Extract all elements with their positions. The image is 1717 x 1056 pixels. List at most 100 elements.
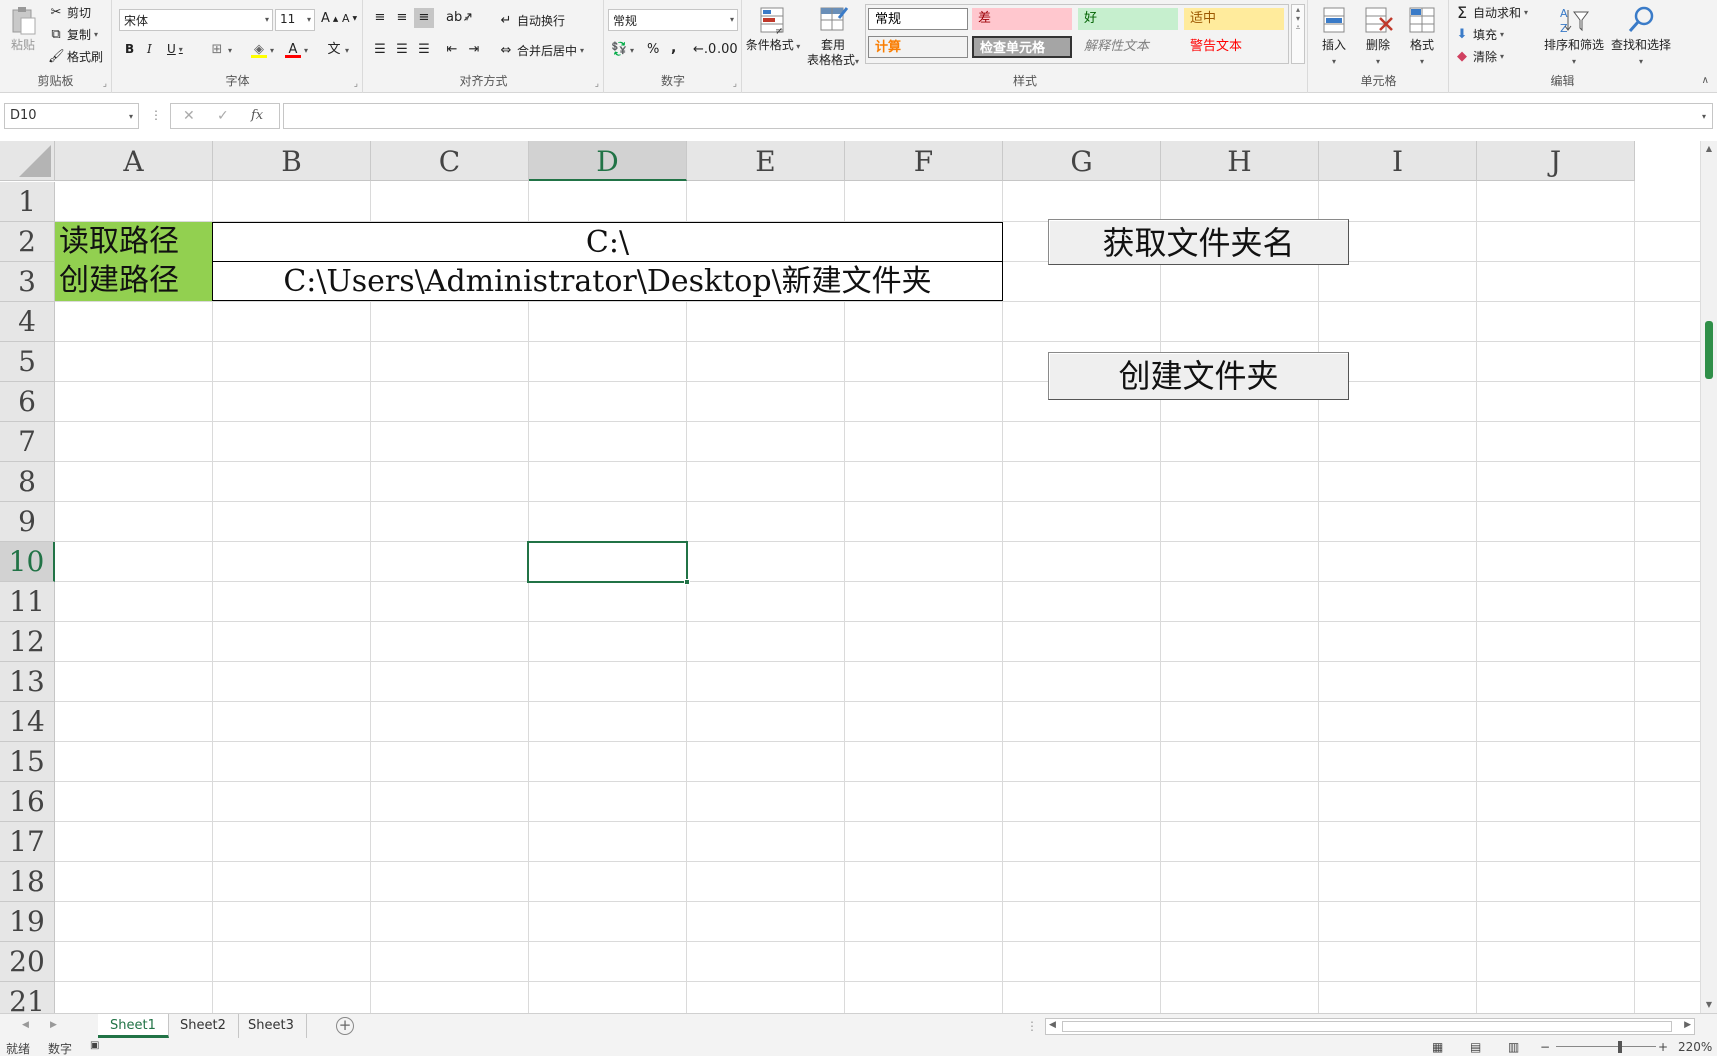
vertical-scrollbar[interactable]: ▲ ▼ — [1700, 141, 1717, 1013]
active-cell-D10[interactable] — [527, 541, 690, 585]
insert-cells-button[interactable]: 插入 ▾ — [1313, 4, 1355, 69]
add-sheet-icon[interactable]: + — [336, 1017, 354, 1035]
align-left-button[interactable]: ☰ — [372, 42, 388, 58]
row-header-13[interactable]: 13 — [0, 662, 55, 702]
row-header-5[interactable]: 5 — [0, 342, 55, 382]
style-gallery-scroll[interactable]: ▴ ▾ ⩡ — [1291, 4, 1305, 64]
column-header-B[interactable]: B — [213, 141, 371, 181]
vertical-scroll-thumb[interactable] — [1705, 321, 1713, 379]
row-header-14[interactable]: 14 — [0, 702, 55, 742]
prev-sheet-icon[interactable]: ◀ — [22, 1020, 29, 1030]
percent-button[interactable]: % — [647, 42, 659, 57]
create-folder-button[interactable]: 创建文件夹 — [1048, 352, 1349, 400]
macro-record-icon[interactable]: ▣ — [90, 1040, 99, 1051]
format-painter-button[interactable]: 🖌 格式刷 — [48, 48, 103, 65]
column-header-A[interactable]: A — [55, 141, 213, 181]
column-header-D[interactable]: D — [529, 141, 687, 181]
find-select-button[interactable]: 查找和选择 ▾ — [1608, 4, 1674, 69]
scroll-left-icon[interactable]: ◀ — [1049, 1020, 1056, 1030]
number-format-combo[interactable]: 常规 ▾ — [608, 9, 738, 31]
style-normal[interactable]: 常规 — [868, 8, 968, 30]
row-header-20[interactable]: 20 — [0, 942, 55, 982]
horizontal-scrollbar[interactable]: ◀ ▶ — [1045, 1018, 1695, 1035]
style-check-cell[interactable]: 检查单元格 — [972, 36, 1072, 58]
style-bad[interactable]: 差 — [972, 8, 1072, 30]
clear-button[interactable]: ◆ 清除 ▾ — [1454, 48, 1504, 65]
page-layout-view-icon[interactable]: ▤ — [1470, 1040, 1481, 1054]
phonetic-button[interactable]: 文 ▾ — [326, 42, 349, 58]
row-header-11[interactable]: 11 — [0, 582, 55, 622]
cancel-icon[interactable]: ✕ — [183, 108, 195, 124]
decrease-indent-button[interactable]: ⇤ — [444, 42, 460, 58]
row-header-7[interactable]: 7 — [0, 422, 55, 462]
row-header-9[interactable]: 9 — [0, 502, 55, 542]
row-header-4[interactable]: 4 — [0, 302, 55, 342]
align-center-button[interactable]: ☰ — [394, 42, 410, 58]
align-right-button[interactable]: ☰ — [416, 42, 432, 58]
zoom-level[interactable]: 220% — [1678, 1040, 1712, 1054]
style-good[interactable]: 好 — [1078, 8, 1178, 30]
shrink-font-button[interactable]: A ▼ — [342, 12, 357, 25]
tab-splitter-icon[interactable]: ⋮ — [1026, 1019, 1038, 1033]
zoom-slider-thumb[interactable] — [1618, 1041, 1622, 1053]
sheet-tab-1[interactable]: Sheet1 — [98, 1014, 169, 1038]
fill-button[interactable]: ⬇ 填充 ▾ — [1454, 26, 1504, 43]
font-name-combo[interactable]: 宋体 ▾ — [119, 9, 273, 31]
row-header-1[interactable]: 1 — [0, 182, 55, 222]
clipboard-launcher-icon[interactable]: ⌟ — [103, 79, 107, 89]
format-as-table-button[interactable]: 套用 表格格式▾ — [803, 4, 863, 69]
style-calculation[interactable]: 计算 — [868, 36, 968, 58]
cell-B3-merged[interactable]: C:\Users\Administrator\Desktop\新建文件夹 — [212, 261, 1003, 301]
column-header-E[interactable]: E — [687, 141, 845, 181]
sheet-tab-3[interactable]: Sheet3 — [236, 1014, 307, 1038]
sort-filter-button[interactable]: AZ 排序和筛选 ▾ — [1542, 4, 1606, 69]
italic-button[interactable]: I — [147, 42, 152, 56]
borders-button[interactable]: ⊞ ▾ — [209, 42, 232, 58]
zoom-slider[interactable] — [1556, 1046, 1656, 1047]
worksheet-grid[interactable]: ABCDEFGHIJ 1 2 3 4 5 6 7 8 9 10 11 12 13 14 15 16 17 18 19… — [0, 141, 1700, 1013]
zoom-out-icon[interactable]: − — [1540, 1040, 1550, 1054]
style-neutral[interactable]: 适中 — [1184, 8, 1284, 30]
row-header-19[interactable]: 19 — [0, 902, 55, 942]
row-header-10[interactable]: 10 — [0, 542, 55, 582]
row-header-3[interactable]: 3 — [0, 262, 55, 302]
align-bottom-button[interactable]: ≡ — [414, 8, 434, 28]
fill-handle[interactable] — [684, 579, 690, 585]
cell-A2[interactable]: 读取路径 — [55, 222, 212, 261]
collapse-ribbon-icon[interactable]: ∧ — [1702, 75, 1709, 86]
scroll-down-icon[interactable]: ▼ — [1701, 997, 1717, 1013]
copy-button[interactable]: ⧉ 复制 ▾ — [48, 26, 98, 43]
row-header-21[interactable]: 21 — [0, 982, 55, 1013]
insert-function-icon[interactable]: fx — [251, 108, 263, 123]
get-folder-names-button[interactable]: 获取文件夹名 — [1048, 219, 1349, 265]
cut-button[interactable]: ✂ 剪切 — [48, 4, 91, 21]
cell-B2-merged[interactable]: C:\ — [212, 222, 1003, 262]
select-all-button[interactable] — [0, 141, 55, 181]
format-cells-button[interactable]: 格式 ▾ — [1401, 4, 1443, 69]
name-box[interactable]: D10 ▾ — [4, 103, 139, 129]
alignment-launcher-icon[interactable]: ⌟ — [595, 79, 599, 89]
scroll-right-icon[interactable]: ▶ — [1684, 1020, 1691, 1030]
row-header-8[interactable]: 8 — [0, 462, 55, 502]
column-header-H[interactable]: H — [1161, 141, 1319, 181]
grow-font-button[interactable]: A ▲ — [321, 11, 338, 26]
wrap-text-button[interactable]: ↵ 自动换行 — [498, 12, 565, 29]
decrease-decimal-button[interactable]: .00 — [717, 42, 738, 58]
row-header-18[interactable]: 18 — [0, 862, 55, 902]
orientation-button[interactable]: ab↗ ▾ — [446, 10, 473, 26]
column-header-I[interactable]: I — [1319, 141, 1477, 181]
row-header-6[interactable]: 6 — [0, 382, 55, 422]
merge-center-button[interactable]: ⇔ 合并后居中 ▾ — [498, 42, 584, 59]
cell-A3[interactable]: 创建路径 — [55, 261, 212, 301]
comma-button[interactable]: , — [671, 40, 676, 56]
style-explanatory[interactable]: 解释性文本 — [1078, 36, 1178, 58]
font-launcher-icon[interactable]: ⌟ — [354, 79, 358, 89]
column-header-G[interactable]: G — [1003, 141, 1161, 181]
scroll-up-icon[interactable]: ▲ — [1701, 141, 1717, 157]
column-header-F[interactable]: F — [845, 141, 1003, 181]
font-size-combo[interactable]: 11 ▾ — [275, 9, 315, 31]
normal-view-icon[interactable]: ▦ — [1432, 1040, 1443, 1054]
formula-input[interactable]: ▾ — [283, 103, 1713, 129]
font-color-button[interactable]: A ▾ — [285, 42, 308, 58]
bold-button[interactable]: B — [125, 42, 134, 56]
